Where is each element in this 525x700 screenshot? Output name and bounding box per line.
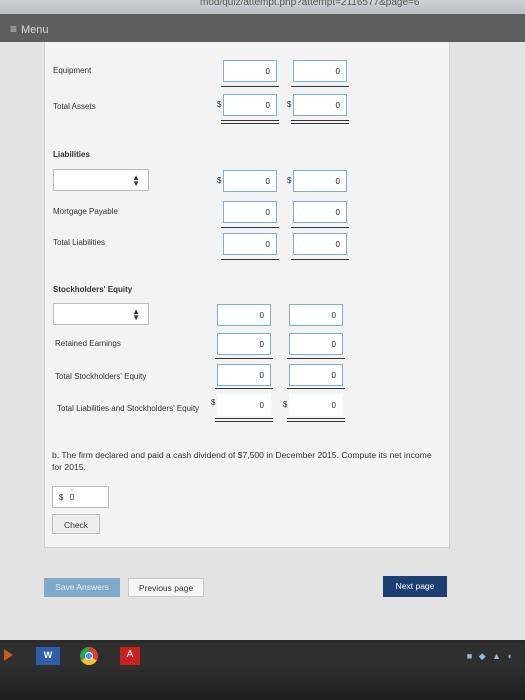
net-income-value: 0 bbox=[69, 493, 75, 502]
mortgage-2016-input[interactable]: 0 bbox=[223, 201, 277, 223]
part-b-question: b. The firm declared and paid a cash div… bbox=[52, 450, 432, 472]
dollar-sign: $ bbox=[283, 400, 288, 409]
taskbar-strip: W A ■ ◆ ▲ ◐ bbox=[0, 643, 525, 669]
currency-sign: $ bbox=[59, 493, 64, 502]
retained-2015-input[interactable]: 0 bbox=[289, 333, 343, 355]
mortgage-2015-input[interactable]: 0 bbox=[293, 201, 347, 223]
page-content: Equipment 0 0 Total Assets $ 0 $ 0 Liabi… bbox=[0, 42, 525, 640]
total-equity-label: Total Stockholders' Equity bbox=[55, 372, 147, 381]
double-underline bbox=[287, 418, 345, 419]
liabilities-heading: Liabilities bbox=[53, 150, 90, 159]
underline bbox=[215, 358, 273, 359]
chrome-icon[interactable] bbox=[80, 647, 98, 665]
menu-label: Menu bbox=[21, 24, 49, 36]
total-liab-equity-label: Total Liabilities and Stockholders' Equi… bbox=[57, 404, 200, 413]
equipment-2015-input[interactable]: 0 bbox=[293, 60, 347, 82]
total-liab-equity-2015-input[interactable]: 0 bbox=[289, 394, 343, 416]
double-underline bbox=[215, 418, 273, 419]
top-bar: ≡ Menu bbox=[0, 14, 525, 42]
retained-2016-input[interactable]: 0 bbox=[217, 333, 271, 355]
dollar-sign: $ bbox=[217, 100, 222, 109]
double-underline bbox=[221, 123, 279, 124]
total-assets-label: Total Assets bbox=[53, 102, 96, 111]
total-assets-2015-input[interactable]: 0 bbox=[293, 94, 347, 116]
liability-2016-input[interactable]: 0 bbox=[223, 170, 277, 192]
total-equity-2016-input[interactable]: 0 bbox=[217, 364, 271, 386]
underline bbox=[287, 388, 345, 389]
select-arrows-icon: ▲ ▼ bbox=[132, 307, 140, 322]
total-liab-equity-2016-input[interactable]: 0 bbox=[217, 394, 271, 416]
total-equity-2015-input[interactable]: 0 bbox=[289, 364, 343, 386]
underline bbox=[291, 259, 349, 260]
net-income-input[interactable]: $ 0 bbox=[52, 486, 109, 508]
equity-heading: Stockholders' Equity bbox=[53, 285, 133, 294]
underline bbox=[287, 358, 345, 359]
double-underline bbox=[291, 120, 349, 121]
underline bbox=[291, 86, 349, 87]
double-underline bbox=[215, 421, 273, 422]
check-button[interactable]: Check bbox=[52, 514, 100, 534]
dollar-sign: $ bbox=[217, 176, 222, 185]
media-play-icon[interactable] bbox=[4, 649, 13, 661]
retained-earnings-label: Retained Earnings bbox=[55, 339, 121, 348]
total-liabilities-2015-input[interactable]: 0 bbox=[293, 233, 347, 255]
total-liabilities-label: Total Liabilities bbox=[53, 238, 106, 247]
double-underline bbox=[221, 120, 279, 121]
system-tray-icons[interactable]: ■ ◆ ▲ ◐ bbox=[467, 651, 515, 662]
underline bbox=[221, 259, 279, 260]
next-page-button[interactable]: Next page bbox=[383, 576, 447, 597]
total-assets-2016-input[interactable]: 0 bbox=[223, 94, 277, 116]
browser-url-bar[interactable]: mod/quiz/attempt.php?attempt=2116577&pag… bbox=[0, 0, 525, 14]
dollar-sign: $ bbox=[287, 176, 292, 185]
equipment-label: Equipment bbox=[53, 66, 92, 75]
underline bbox=[221, 227, 279, 228]
equity-2016-input[interactable]: 0 bbox=[217, 304, 271, 326]
menu-button[interactable]: ≡ Menu bbox=[10, 22, 49, 36]
underline bbox=[221, 86, 279, 87]
select-arrows-icon: ▲ ▼ bbox=[132, 173, 140, 188]
liability-2015-input[interactable]: 0 bbox=[293, 170, 347, 192]
hamburger-icon: ≡ bbox=[10, 22, 18, 36]
liability-account-select[interactable]: ▲ ▼ bbox=[53, 169, 149, 191]
acrobat-icon[interactable]: A bbox=[120, 647, 140, 665]
previous-page-button[interactable]: Previous page bbox=[128, 578, 204, 597]
underline bbox=[215, 388, 273, 389]
double-underline bbox=[291, 123, 349, 124]
underline bbox=[291, 227, 349, 228]
dollar-sign: $ bbox=[211, 398, 216, 407]
mortgage-payable-label: Mortgage Payable bbox=[53, 207, 118, 216]
equity-2015-input[interactable]: 0 bbox=[289, 304, 343, 326]
total-liabilities-2016-input[interactable]: 0 bbox=[223, 233, 277, 255]
dollar-sign: $ bbox=[287, 100, 292, 109]
save-answers-button[interactable]: Save Answers bbox=[44, 578, 120, 597]
equipment-2016-input[interactable]: 0 bbox=[223, 60, 277, 82]
os-taskbar: W A ■ ◆ ▲ ◐ bbox=[0, 643, 525, 700]
word-icon[interactable]: W bbox=[36, 647, 60, 665]
equity-account-select[interactable]: ▲ ▼ bbox=[53, 303, 149, 325]
double-underline bbox=[287, 421, 345, 422]
url-text: mod/quiz/attempt.php?attempt=2116577&pag… bbox=[200, 0, 420, 8]
